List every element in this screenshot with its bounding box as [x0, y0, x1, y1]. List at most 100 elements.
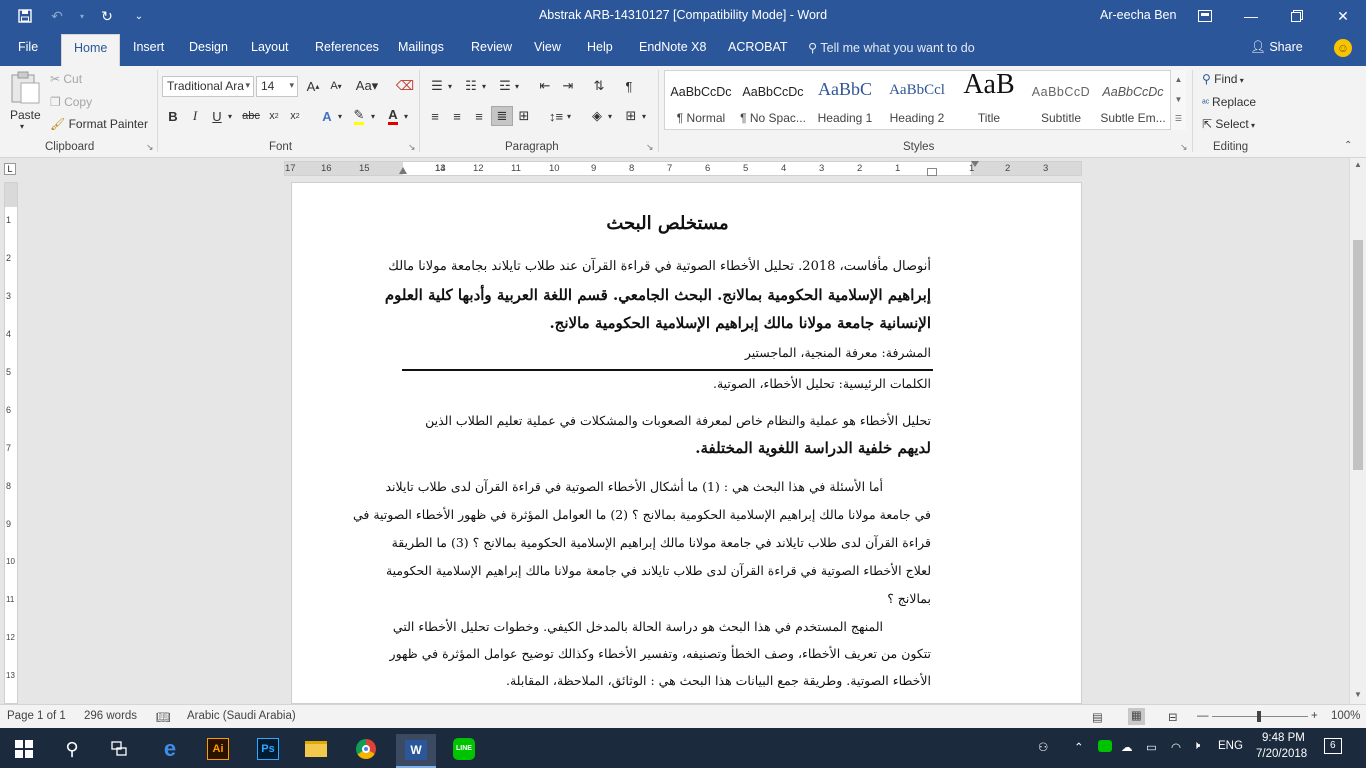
tray-chevron-up-icon[interactable]: ⌃	[1074, 740, 1084, 754]
style-heading-1[interactable]: AaBbC Heading 1	[809, 71, 881, 129]
paragraph-launcher-icon[interactable]: ↘	[646, 142, 654, 153]
font-name-box[interactable]: Traditional Ara ▾	[162, 76, 254, 97]
line-spacing-dropdown-icon[interactable]: ▾	[563, 106, 575, 126]
task-view-icon[interactable]	[100, 734, 140, 764]
word-taskbar-icon[interactable]: W	[396, 734, 436, 768]
style-subtle-emphasis[interactable]: AaBbCcDc Subtle Em...	[1097, 71, 1169, 129]
tab-references[interactable]: References	[315, 40, 379, 54]
share-button[interactable]: 👤︎ Share	[1250, 40, 1303, 55]
close-icon[interactable]: ✕	[1320, 4, 1366, 28]
restore-icon[interactable]	[1274, 4, 1320, 28]
illustrator-icon[interactable]: Ai	[198, 734, 238, 764]
horizontal-ruler[interactable]: 17 16 15 14 13 12 11 10 9 8 7 6 5 4 3 2 …	[284, 161, 1082, 176]
zoom-slider-thumb[interactable]	[1257, 711, 1261, 722]
tab-mailings[interactable]: Mailings	[398, 40, 444, 54]
tab-endnote[interactable]: EndNote X8	[639, 40, 706, 54]
align-center-icon[interactable]: ≡	[446, 106, 468, 126]
sort-icon[interactable]: ⇅	[588, 76, 610, 96]
tell-me-search[interactable]: ⚲ Tell me what you want to do	[808, 40, 975, 55]
vertical-scrollbar[interactable]: ▲ ▼	[1349, 158, 1366, 704]
tab-insert[interactable]: Insert	[133, 40, 164, 54]
tab-design[interactable]: Design	[189, 40, 228, 54]
align-right-icon[interactable]: ≡	[468, 106, 490, 126]
shrink-font-icon[interactable]: A ▾	[325, 76, 347, 96]
read-mode-icon[interactable]: ▤	[1092, 710, 1103, 724]
style-normal[interactable]: AaBbCcDc ¶ Normal	[665, 71, 737, 129]
pilcrow-icon[interactable]: ¶	[618, 76, 640, 96]
numbering-dropdown-icon[interactable]: ▾	[478, 76, 490, 96]
tab-review[interactable]: Review	[471, 40, 512, 54]
cut-button[interactable]: ✂ Cut	[50, 72, 82, 86]
photoshop-icon[interactable]: Ps	[248, 734, 288, 764]
change-case-icon[interactable]: Aa▾	[354, 76, 380, 96]
chevron-down-icon[interactable]: ▼	[1171, 90, 1186, 110]
vertical-ruler[interactable]: 1 2 3 4 5 6 7 8 9 10 11 12 13	[4, 182, 18, 704]
highlight-dropdown-icon[interactable]: ▾	[367, 106, 379, 126]
line-tray-icon[interactable]	[1098, 740, 1112, 755]
language-indicator[interactable]: Arabic (Saudi Arabia)	[187, 710, 296, 722]
input-language[interactable]: ENG	[1218, 740, 1243, 752]
align-left-icon[interactable]: ≡	[424, 106, 446, 126]
style-no-spacing[interactable]: AaBbCcDc ¶ No Spac...	[737, 71, 809, 129]
cloud-sync-icon[interactable]: ☁	[1121, 740, 1133, 754]
bold-icon[interactable]: B	[162, 106, 184, 126]
italic-icon[interactable]: I	[184, 106, 206, 126]
chrome-icon[interactable]	[346, 734, 386, 764]
scroll-down-icon[interactable]: ▼	[1350, 690, 1366, 699]
web-layout-icon[interactable]: ⊟	[1168, 710, 1178, 724]
page-count[interactable]: Page 1 of 1	[7, 710, 66, 722]
multilevel-dropdown-icon[interactable]: ▾	[511, 76, 523, 96]
edge-browser-icon[interactable]: e	[150, 734, 190, 764]
line-app-icon[interactable]: LINE	[444, 734, 484, 764]
people-icon[interactable]: ⚇	[1038, 740, 1048, 754]
replace-button[interactable]: ᵃᶜ Replace	[1202, 95, 1256, 109]
format-painter-button[interactable]: 🖌︎ Format Painter	[50, 117, 148, 131]
minimize-icon[interactable]: —	[1228, 4, 1274, 28]
word-count[interactable]: 296 words	[84, 710, 137, 722]
paste-button[interactable]: Paste ▾	[6, 70, 44, 134]
copy-button[interactable]: ❐ Copy	[50, 95, 92, 109]
tab-help[interactable]: Help	[587, 40, 613, 54]
tab-file[interactable]: File	[18, 40, 38, 54]
zoom-slider[interactable]	[1212, 711, 1308, 722]
underline-dropdown-icon[interactable]: ▾	[224, 106, 236, 126]
tab-layout[interactable]: Layout	[251, 40, 289, 54]
clear-formatting-icon[interactable]: ⌫	[394, 76, 416, 96]
user-name[interactable]: Ar-eecha Ben	[1100, 8, 1176, 22]
volume-muted-icon[interactable]: 🕨︎	[1193, 740, 1200, 753]
font-size-box[interactable]: 14 ▾	[256, 76, 298, 97]
action-center-icon[interactable]: 6	[1324, 738, 1342, 757]
tab-home[interactable]: Home	[61, 34, 121, 66]
decrease-indent-icon[interactable]: ⇤	[534, 76, 556, 96]
clock-time[interactable]: 9:48 PM	[1262, 732, 1305, 744]
increase-indent-icon[interactable]: ⇥	[557, 76, 579, 96]
shading-dropdown-icon[interactable]: ▾	[604, 106, 616, 126]
feedback-smiley-icon[interactable]: ☺	[1334, 39, 1352, 57]
justify-icon[interactable]: ≣	[491, 106, 513, 126]
tab-selector[interactable]: L	[4, 163, 16, 175]
style-title[interactable]: AaB Title	[953, 69, 1025, 129]
find-button[interactable]: ⚲ Find ▾	[1202, 72, 1244, 86]
chevron-up-icon[interactable]: ▲	[1171, 70, 1186, 90]
tab-acrobat[interactable]: ACROBAT	[728, 40, 788, 54]
grow-font-icon[interactable]: A ▴	[302, 76, 324, 96]
font-launcher-icon[interactable]: ↘	[408, 142, 416, 153]
strikethrough-icon[interactable]: abc	[240, 106, 262, 126]
first-line-indent-marker-icon[interactable]	[971, 161, 979, 167]
text-effects-dropdown-icon[interactable]: ▾	[334, 106, 346, 126]
proofing-icon[interactable]: 📖︎	[156, 710, 171, 724]
document-page[interactable]: مستخلص البحث أنوصال مأفاست، 2018. تحليل …	[291, 182, 1082, 704]
distributed-icon[interactable]: ⊞	[513, 106, 535, 126]
styles-launcher-icon[interactable]: ↘	[1180, 142, 1188, 153]
wifi-icon[interactable]: ◠	[1171, 740, 1181, 754]
style-subtitle[interactable]: AaBbCcD Subtitle	[1025, 71, 1097, 129]
superscript-icon[interactable]: x2	[284, 106, 306, 126]
bullets-dropdown-icon[interactable]: ▾	[444, 76, 456, 96]
zoom-level[interactable]: 100%	[1331, 710, 1360, 722]
search-icon[interactable]: ⚲	[52, 734, 92, 764]
ribbon-display-options-icon[interactable]	[1182, 4, 1228, 28]
scroll-up-icon[interactable]: ▲	[1350, 160, 1366, 169]
clipboard-launcher-icon[interactable]: ↘	[146, 142, 154, 153]
file-explorer-icon[interactable]	[296, 734, 336, 764]
tab-view[interactable]: View	[534, 40, 561, 54]
